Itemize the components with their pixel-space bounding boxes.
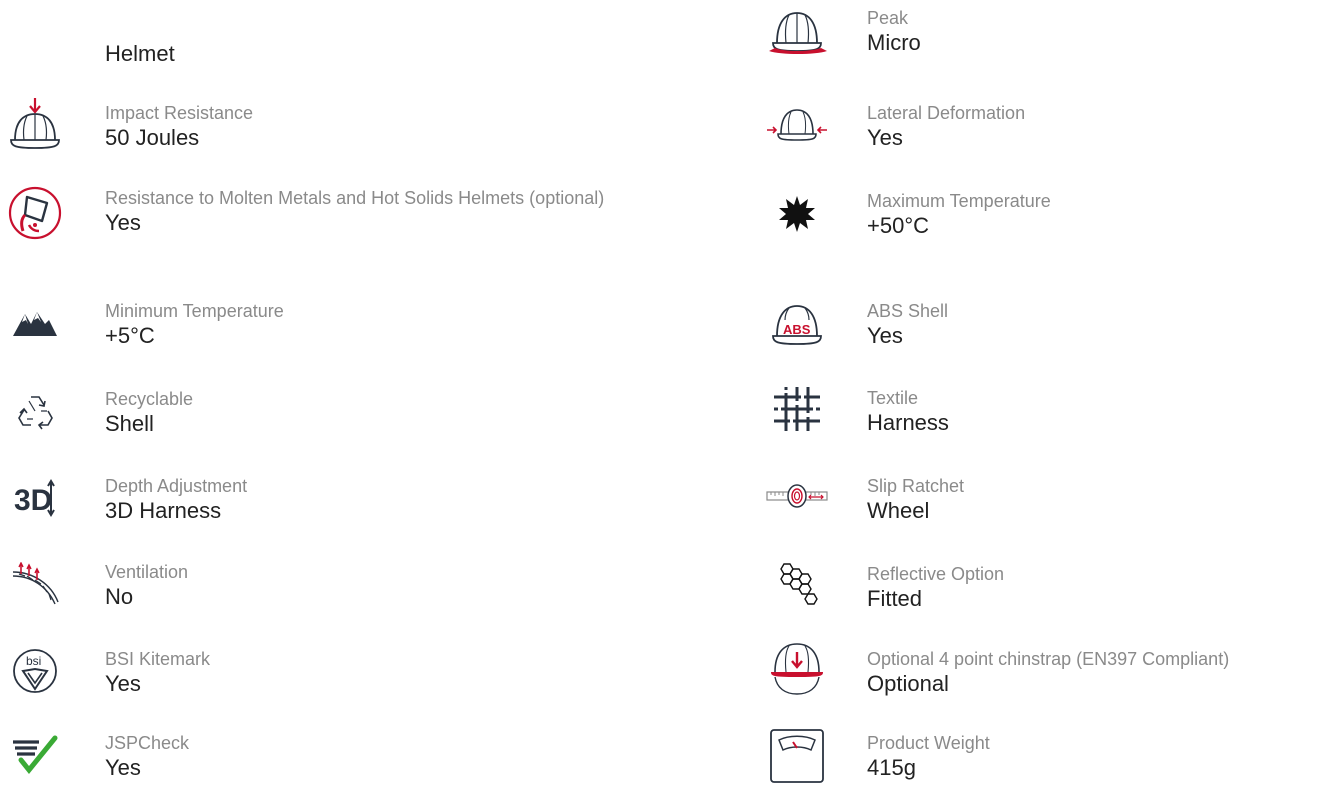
spec-value: +50°C [867,213,930,238]
abs-shell-icon: ABS [762,292,832,352]
helmet-impact-icon [0,95,70,155]
spec-label: JSPCheck [105,733,190,753]
spec-label: Resistance to Molten Metals and Hot Soli… [105,188,605,208]
bsi-kitemark-icon: bsi [0,641,70,701]
spec-value: Yes [105,671,141,696]
3d-adjust-icon: 3D [0,468,70,528]
spec-value: No [105,584,134,609]
lateral-deformation-icon [762,94,832,154]
recycle-icon [0,381,70,441]
spec-value: 3D Harness [105,498,222,523]
spec-label: Optional 4 point chinstrap (EN397 Compli… [867,649,1230,669]
hexagons-icon [762,554,832,614]
weight-scale-icon [762,726,832,786]
spec-value: 415g [867,755,916,780]
spec-label: Reflective Option [867,564,1005,584]
slip-ratchet-icon [762,466,832,526]
spec-value: Harness [867,410,949,435]
ventilation-icon [0,554,70,614]
spec-label: ABS Shell [867,301,949,321]
spec-label: Maximum Temperature [867,191,1051,211]
page-title: Helmet [105,41,175,66]
spec-value: +5°C [105,323,155,348]
chinstrap-helmet-icon [762,639,832,699]
spec-value: Yes [867,323,903,348]
spec-label: BSI Kitemark [105,649,211,669]
spec-value: Micro [867,30,921,55]
spec-label: Recyclable [105,389,194,409]
spec-label: Peak [867,8,909,28]
spec-value: Yes [105,210,141,235]
spec-value: Shell [105,411,154,436]
jspcheck-icon [0,726,70,786]
mountains-icon [0,294,70,354]
spec-value: Wheel [867,498,930,523]
spec-value: Fitted [867,586,923,611]
spec-value: Optional [867,671,949,696]
spec-label: Slip Ratchet [867,476,965,496]
spec-label: Product Weight [867,733,990,753]
spec-label: Minimum Temperature [105,301,284,321]
spec-value: Yes [105,755,141,780]
spec-value: 50 Joules [105,125,200,150]
spec-value: Yes [867,125,903,150]
svg-text:3D: 3D [14,484,52,517]
spec-label: Impact Resistance [105,103,254,123]
sun-icon [762,184,832,244]
svg-text:bsi: bsi [26,654,41,668]
spec-label: Textile [867,388,919,408]
spec-label: Lateral Deformation [867,103,1026,123]
molten-metal-icon [0,183,70,243]
spec-label: Ventilation [105,562,189,582]
spec-label: Depth Adjustment [105,476,248,496]
textile-icon [762,379,832,439]
helmet-peak-icon [762,1,832,61]
svg-text:ABS: ABS [783,322,811,337]
